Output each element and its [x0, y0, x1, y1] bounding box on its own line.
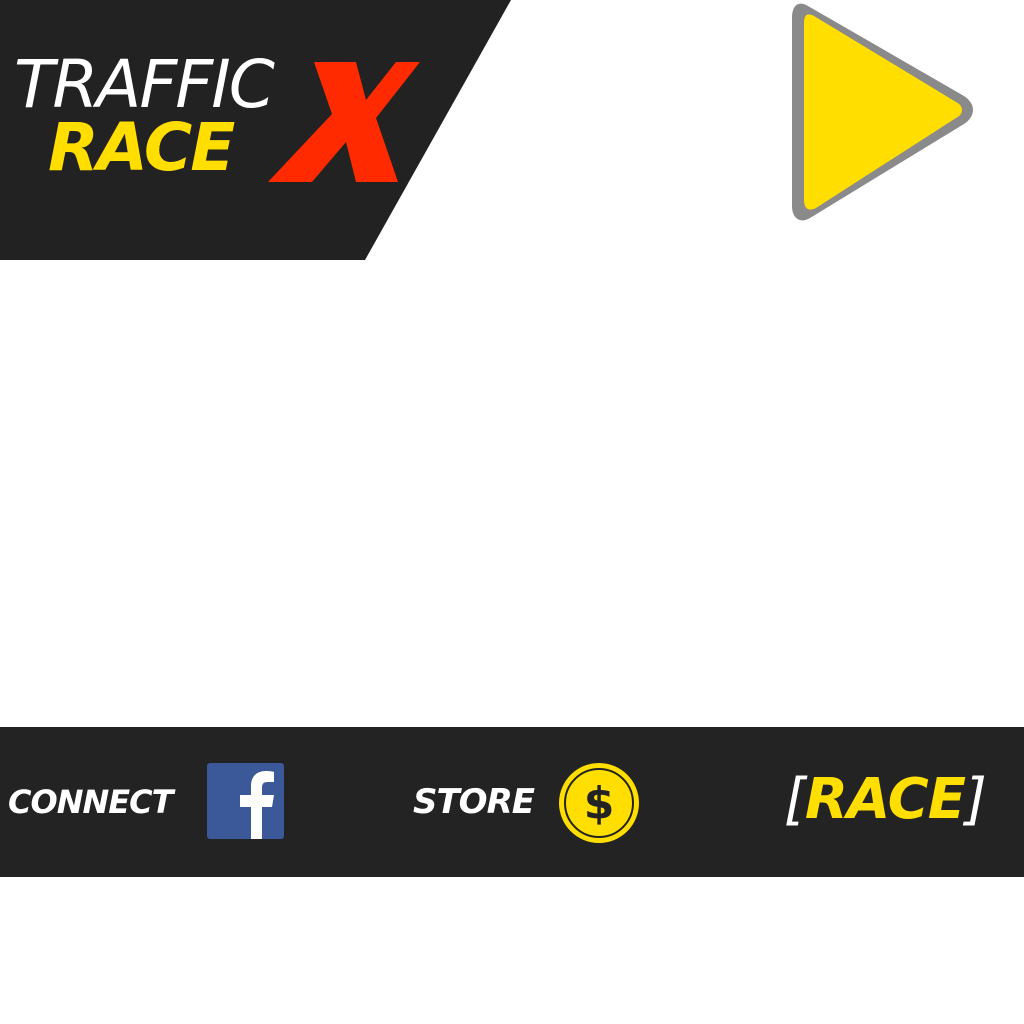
store-label: STORE: [413, 782, 535, 822]
race-label: RACE: [804, 767, 966, 832]
play-icon: [792, 3, 973, 221]
connect-label: CONNECT: [8, 783, 173, 821]
logo-x-mark: [268, 62, 420, 182]
svg-text:$: $: [584, 778, 615, 829]
coin-dollar-icon: $: [559, 763, 639, 843]
race-close-bracket: ]: [964, 767, 987, 832]
game-logo: TRAFFIC RACE: [0, 0, 512, 260]
play-button[interactable]: [786, 0, 982, 226]
logo-title-race: RACE: [48, 109, 235, 186]
facebook-icon: [207, 763, 284, 839]
race-open-bracket: [: [784, 767, 806, 832]
race-button[interactable]: [RACE]: [784, 765, 1014, 835]
store-button[interactable]: STORE $: [413, 759, 643, 845]
connect-facebook-button[interactable]: CONNECT: [8, 763, 288, 839]
bottom-menu-bar: CONNECT STORE $ [RACE]: [0, 727, 1024, 877]
